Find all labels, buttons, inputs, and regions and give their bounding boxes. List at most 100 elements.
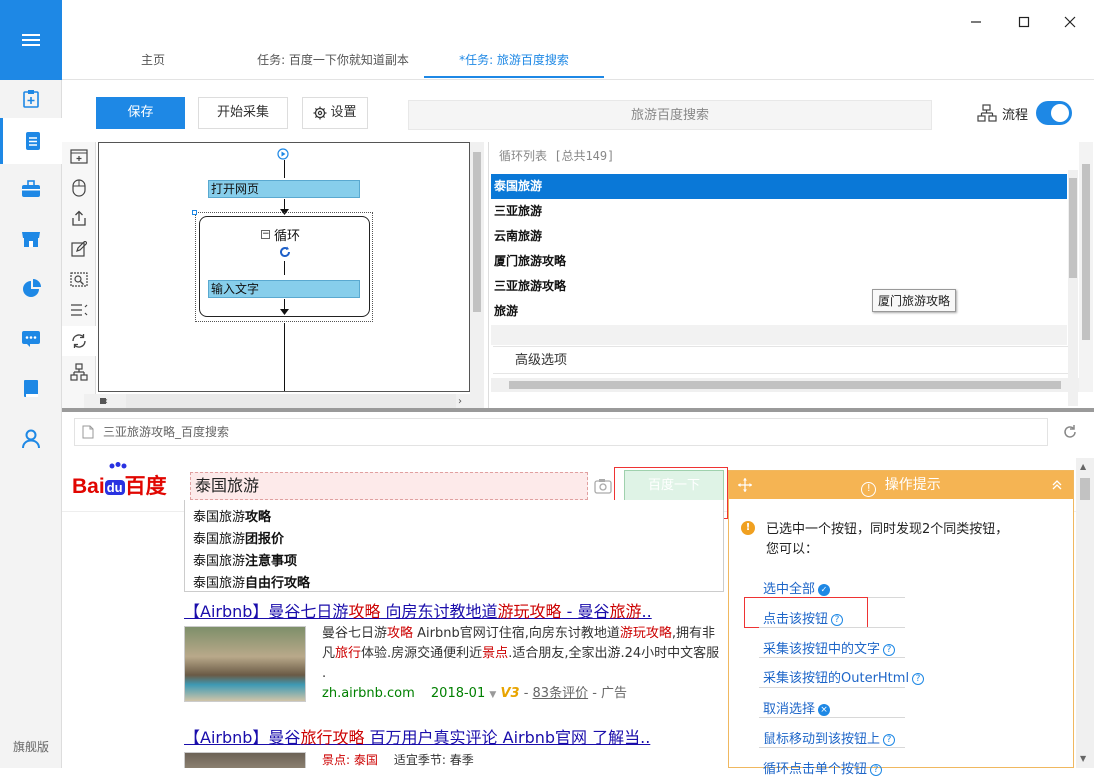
help-icon[interactable]: ? <box>883 643 896 656</box>
tool-export[interactable] <box>62 203 96 233</box>
scroll-up-icon[interactable]: ▲ <box>1080 462 1086 471</box>
help-icon[interactable]: ? <box>870 763 883 776</box>
tool-list[interactable] <box>62 295 96 325</box>
loop-list-item[interactable]: 三亚旅游 <box>491 199 1067 224</box>
select-all-link[interactable]: 选中全部 ✓ <box>763 578 831 597</box>
help-icon[interactable]: ? <box>831 613 844 626</box>
baidu-search-input[interactable]: 泰国旅游 <box>190 472 588 500</box>
suggestion-item[interactable]: 泰国旅游注意事项 <box>193 550 297 569</box>
tool-click[interactable] <box>62 173 96 203</box>
close-button[interactable] <box>1058 10 1082 34</box>
minimize-button[interactable] <box>964 10 988 34</box>
loop-list-hscroll[interactable] <box>491 378 1079 392</box>
save-button[interactable]: 保存 <box>96 97 185 129</box>
loop-list-hscroll-thumb[interactable] <box>509 381 1061 389</box>
tool-search-element[interactable] <box>62 265 96 295</box>
result-meta: zh.airbnb.com 2018-01 ▼ V3 - 83条评价 - 广告 <box>322 686 628 701</box>
sidebar-item-toolbox[interactable] <box>0 166 62 212</box>
loop-panel-vscroll[interactable] <box>1079 142 1093 392</box>
title-part: 百万用户真实评论 Airbnb官网 了解当.. <box>364 728 651 747</box>
flow-toggle[interactable] <box>1036 101 1072 125</box>
task-name-field[interactable]: 旅游百度搜索 <box>408 100 932 130</box>
start-icon <box>277 148 289 160</box>
tab-task-travel-search[interactable]: *任务: 旅游百度搜索 <box>424 44 604 78</box>
snippet-part: 适宜季节: 春季 <box>393 753 474 767</box>
menu-logo[interactable] <box>0 0 62 80</box>
sidebar-item-data[interactable] <box>0 266 62 312</box>
camera-icon[interactable] <box>594 478 612 494</box>
loop-list-vscroll[interactable] <box>1068 170 1078 406</box>
result-thumbnail[interactable] <box>184 626 306 702</box>
collect-outerhtml-link[interactable]: 采集该按钮的OuterHtml? <box>763 667 925 686</box>
result-title-link[interactable]: 【Airbnb】曼谷七日游攻略 向房东讨教地道游玩攻略 - 曼谷旅游.. <box>184 598 652 622</box>
suggestion-item[interactable]: 泰国旅游团报价 <box>193 528 284 547</box>
help-icon[interactable]: ? <box>883 733 896 746</box>
tab-task-baidu-copy[interactable]: 任务: 百度一下你就知道副本 <box>240 44 426 78</box>
maximize-icon <box>1018 16 1030 28</box>
collect-text-link[interactable]: 采集该按钮中的文字? <box>763 638 896 657</box>
result-title-link[interactable]: 【Airbnb】曼谷旅行攻略 百万用户真实评论 Airbnb官网 了解当.. <box>184 724 650 748</box>
list-icon <box>71 304 88 316</box>
selection-handle[interactable] <box>192 210 197 215</box>
tool-loop[interactable] <box>62 326 96 356</box>
advanced-options[interactable]: 高级选项 <box>493 346 1069 374</box>
result-site[interactable]: zh.airbnb.com <box>322 686 415 701</box>
start-collect-button[interactable]: 开始采集 <box>198 97 288 129</box>
tool-edit[interactable] <box>62 234 96 264</box>
collapse-up-icon[interactable] <box>1051 479 1063 491</box>
loop-list-item[interactable]: 三亚旅游攻略 <box>491 274 1067 299</box>
dropdown-arrow-icon[interactable]: ▼ <box>489 690 496 700</box>
loop-list-item[interactable]: 旅游 <box>491 299 1067 324</box>
settings-label: 设置 <box>330 105 357 120</box>
result-thumbnail[interactable] <box>184 752 306 768</box>
flow-node-input-text[interactable]: 输入文字 <box>208 280 360 298</box>
click-button-link[interactable]: 点击该按钮? <box>763 608 844 627</box>
warning-icon: ! <box>741 521 755 535</box>
loop-list-item[interactable]: 云南旅游 <box>491 224 1067 249</box>
title-part: - 曼谷 <box>561 602 610 621</box>
maximize-button[interactable] <box>1012 10 1036 34</box>
suggestion-item[interactable]: 泰国旅游攻略 <box>193 506 271 525</box>
pane-divider[interactable] <box>62 408 1094 412</box>
mouse-move-link[interactable]: 鼠标移动到该按钮上? <box>763 728 896 747</box>
result-reviews[interactable]: 83条评价 <box>533 686 589 701</box>
page-vscroll-thumb[interactable] <box>1080 478 1090 500</box>
reload-icon[interactable] <box>1062 424 1078 440</box>
message-icon <box>22 331 40 347</box>
collapse-icon[interactable]: − <box>261 230 270 239</box>
suggestion-suffix: 注意事项 <box>245 554 298 569</box>
canvas-vscroll-thumb[interactable] <box>473 152 481 312</box>
v3-badge[interactable]: V3 <box>500 686 519 701</box>
sidebar-item-task-list[interactable] <box>0 118 62 164</box>
tool-add-page[interactable] <box>62 142 96 172</box>
cancel-select-link[interactable]: 取消选择 × <box>763 698 831 717</box>
sidebar-item-new-task[interactable] <box>0 76 62 122</box>
page-vscroll[interactable]: ▲ ▼ <box>1076 458 1094 768</box>
tool-branch[interactable] <box>62 357 96 387</box>
loop-panel-vscroll-thumb[interactable] <box>1082 164 1090 340</box>
browser-address-bar[interactable]: 三亚旅游攻略_百度搜索 <box>74 418 1048 446</box>
sidebar-item-account[interactable] <box>0 416 62 462</box>
hamburger-icon <box>22 34 40 46</box>
loop-list-item[interactable]: 泰国旅游 <box>491 174 1067 199</box>
flow-node-open-page[interactable]: 打开网页 <box>208 180 360 198</box>
scroll-down-icon[interactable]: ▼ <box>1080 754 1086 763</box>
result-ad-label: - 广告 <box>592 686 628 701</box>
loop-list-item[interactable]: 厦门旅游攻略 <box>491 249 1067 274</box>
sidebar-item-message[interactable] <box>0 316 62 362</box>
loop-list-vscroll-thumb[interactable] <box>1069 178 1077 278</box>
connector <box>284 323 285 391</box>
sidebar-item-tutorial[interactable] <box>0 366 62 412</box>
check-icon: ✓ <box>818 583 831 596</box>
move-icon[interactable] <box>737 477 753 493</box>
title-keyword: 游玩攻略 <box>497 602 562 621</box>
scroll-right-arrow-icon[interactable]: › <box>458 396 462 407</box>
flow-canvas[interactable]: 打开网页 − 循环 输入文字 <box>98 142 470 392</box>
help-icon[interactable]: ? <box>912 672 925 685</box>
scroll-left-arrow-icon[interactable]: ‹ <box>104 396 108 407</box>
sidebar-item-store[interactable] <box>0 216 62 262</box>
tab-home[interactable]: 主页 <box>118 44 188 78</box>
canvas-vscroll[interactable] <box>470 142 484 394</box>
suggestion-item[interactable]: 泰国旅游自由行攻略 <box>193 572 310 591</box>
settings-button[interactable]: 设置 <box>302 97 368 129</box>
